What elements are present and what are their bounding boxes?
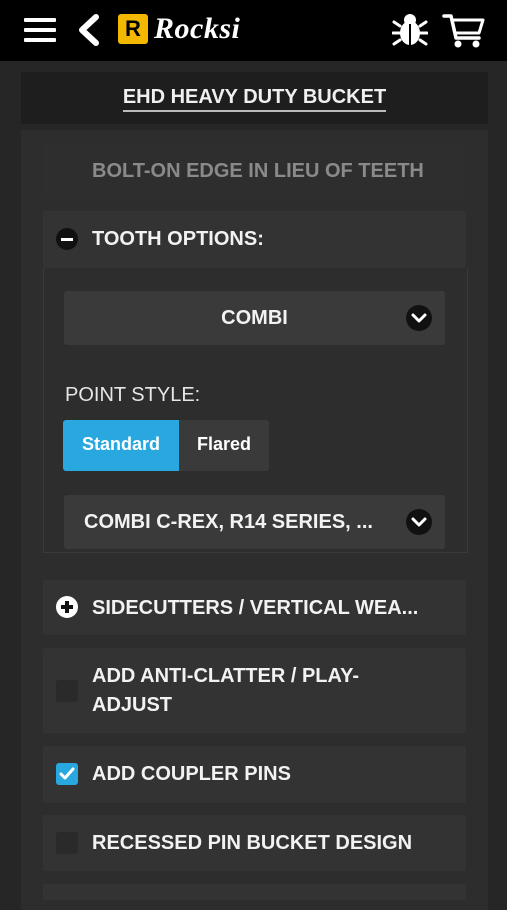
tooth-series-value: COMBI C-REX, R14 SERIES, ... — [84, 511, 373, 533]
point-style-flared-button[interactable]: Flared — [179, 420, 269, 471]
option-tooth-options-header[interactable]: TOOTH OPTIONS: — [43, 211, 466, 268]
point-style-standard-button[interactable]: Standard — [63, 420, 179, 471]
option-bolt-on-edge-label: BOLT-ON EDGE IN LIEU OF TEETH — [92, 160, 424, 182]
chevron-down-icon — [406, 509, 432, 535]
top-navigation-bar: R Rocksi — [0, 0, 507, 61]
expand-plus-icon — [56, 596, 78, 618]
tooth-options-label: TOOTH OPTIONS: — [92, 228, 264, 250]
tooth-type-select[interactable]: COMBI — [64, 291, 445, 345]
recessed-pin-label: RECESSED PIN BUCKET DESIGN — [92, 832, 413, 854]
option-next-partial[interactable] — [43, 884, 466, 900]
option-coupler-pins[interactable]: ADD COUPLER PINS — [43, 746, 466, 803]
point-style-label: POINT STYLE: — [65, 384, 201, 406]
recessed-pin-checkbox[interactable] — [56, 832, 78, 854]
tooth-type-value: COMBI — [221, 307, 288, 329]
brand-logo-mark[interactable]: R — [118, 14, 148, 44]
option-anti-clatter[interactable]: ADD ANTI-CLATTER / PLAY- ADJUST — [43, 648, 466, 733]
coupler-pins-label: ADD COUPLER PINS — [92, 763, 291, 785]
brand-logo-letter: R — [125, 16, 141, 41]
option-sidecutters[interactable]: SIDECUTTERS / VERTICAL WEA... — [43, 580, 466, 635]
bug-icon[interactable] — [392, 12, 428, 48]
anti-clatter-checkbox[interactable] — [56, 680, 78, 702]
hamburger-icon[interactable] — [22, 15, 58, 45]
point-style-flared-label: Flared — [196, 434, 252, 454]
product-title-bar: EHD HEAVY DUTY BUCKET — [21, 72, 488, 124]
sidecutters-label: SIDECUTTERS / VERTICAL WEA... — [92, 597, 419, 619]
tooth-series-select[interactable]: COMBI C-REX, R14 SERIES, ... — [64, 495, 445, 549]
brand-logo-text[interactable]: Rocksi — [154, 12, 240, 46]
product-title: EHD HEAVY DUTY BUCKET — [122, 86, 387, 112]
anti-clatter-label-line1: ADD ANTI-CLATTER / PLAY- — [92, 665, 360, 687]
cart-icon[interactable] — [442, 12, 486, 50]
back-icon[interactable] — [74, 13, 104, 47]
chevron-down-icon — [406, 305, 432, 331]
coupler-pins-checkbox[interactable] — [56, 763, 78, 785]
option-recessed-pin[interactable]: RECESSED PIN BUCKET DESIGN — [43, 815, 466, 871]
option-bolt-on-edge: BOLT-ON EDGE IN LIEU OF TEETH — [43, 142, 466, 199]
collapse-minus-icon — [56, 228, 78, 250]
point-style-standard-label: Standard — [81, 434, 160, 454]
anti-clatter-label-line2: ADJUST — [92, 694, 173, 716]
